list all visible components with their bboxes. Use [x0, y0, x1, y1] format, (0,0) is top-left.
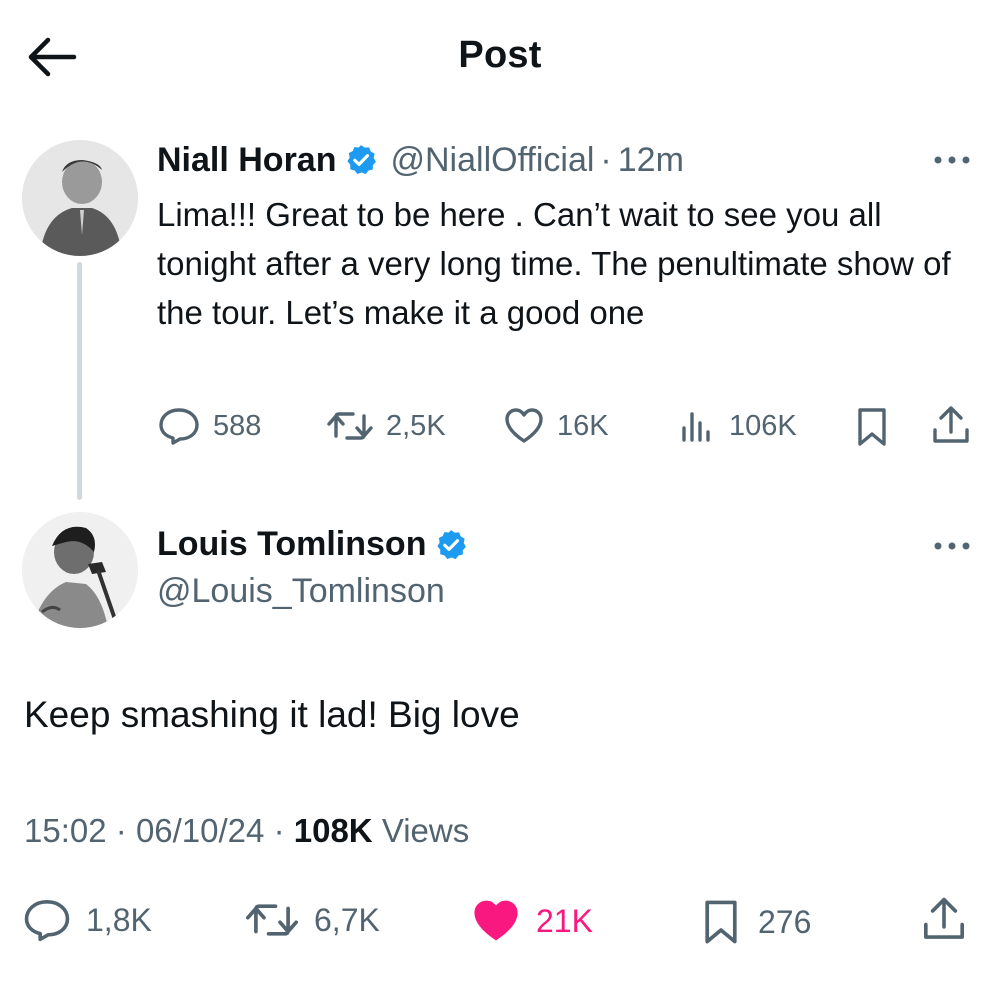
like-count: 16K: [557, 409, 609, 442]
like-icon: [505, 408, 543, 443]
views-icon: [682, 412, 710, 442]
reply-like-button[interactable]: 21K: [470, 897, 593, 945]
share-icon: [933, 406, 969, 443]
separator-dot: ·: [115, 812, 127, 849]
repost-button[interactable]: 2,5K: [326, 406, 446, 446]
reply-icon: [159, 408, 199, 445]
verified-badge-icon: [437, 529, 467, 559]
views-total: 108K: [293, 812, 373, 849]
post-meta: 15:02 · 06/10/24 · 108K Views: [24, 812, 469, 850]
reply-like-count: 21K: [536, 902, 593, 939]
views-button[interactable]: 106K: [677, 406, 797, 446]
post-text: Lima!!! Great to be here . Can’t wait to…: [157, 196, 951, 331]
author-name[interactable]: Niall Horan: [157, 140, 336, 180]
like-button[interactable]: 16K: [503, 406, 609, 446]
thread-line: [77, 262, 82, 500]
repost-icon: [246, 904, 298, 936]
reply-bookmark-button[interactable]: 276: [698, 897, 811, 947]
bookmark-button[interactable]: [852, 406, 892, 448]
bookmark-icon: [858, 408, 886, 446]
reply-share-button[interactable]: [920, 895, 968, 945]
header: Post: [0, 0, 1000, 110]
reply-repost-button[interactable]: 6,7K: [244, 897, 380, 943]
page-title: Post: [458, 34, 542, 76]
reply-bookmark-count: 276: [758, 903, 812, 940]
avatar-louis-tomlinson[interactable]: [22, 512, 138, 628]
more-options-button[interactable]: [930, 150, 974, 170]
reply-repost-count: 6,7K: [314, 901, 380, 938]
views-label: Views: [381, 812, 470, 849]
avatar-niall-horan[interactable]: [22, 140, 138, 256]
separator-dot: ·: [273, 812, 285, 849]
reply-more-options-button[interactable]: [930, 536, 974, 556]
share-button[interactable]: [930, 404, 972, 448]
post-time[interactable]: 12m: [618, 140, 684, 180]
share-icon: [923, 897, 964, 939]
reply-count: 588: [213, 409, 262, 442]
repost-icon: [327, 412, 373, 440]
reply-reply-count: 1,8K: [86, 901, 152, 938]
author-handle[interactable]: @NiallOfficial: [390, 140, 594, 180]
reply-text: Keep smashing it lad! Big love: [24, 694, 520, 735]
parent-post-header: Niall Horan @NiallOfficial · 12m: [157, 140, 684, 180]
like-icon: [474, 900, 518, 941]
views-count: 106K: [729, 409, 797, 442]
reply-button[interactable]: 588: [157, 406, 261, 446]
more-icon: [934, 156, 970, 164]
post-timestamp[interactable]: 15:02: [24, 812, 107, 849]
reply-reply-button[interactable]: 1,8K: [22, 897, 152, 943]
reply-author-handle[interactable]: @Louis_Tomlinson: [157, 572, 445, 611]
reply-icon: [24, 899, 70, 942]
separator-dot: ·: [600, 141, 612, 179]
post-date[interactable]: 06/10/24: [136, 812, 264, 849]
reply-post-header: Louis Tomlinson: [157, 525, 468, 564]
more-icon: [934, 542, 970, 550]
reply-author-name[interactable]: Louis Tomlinson: [157, 525, 426, 564]
bookmark-icon: [705, 900, 737, 944]
verified-badge-icon: [347, 145, 377, 175]
repost-count: 2,5K: [386, 409, 446, 442]
